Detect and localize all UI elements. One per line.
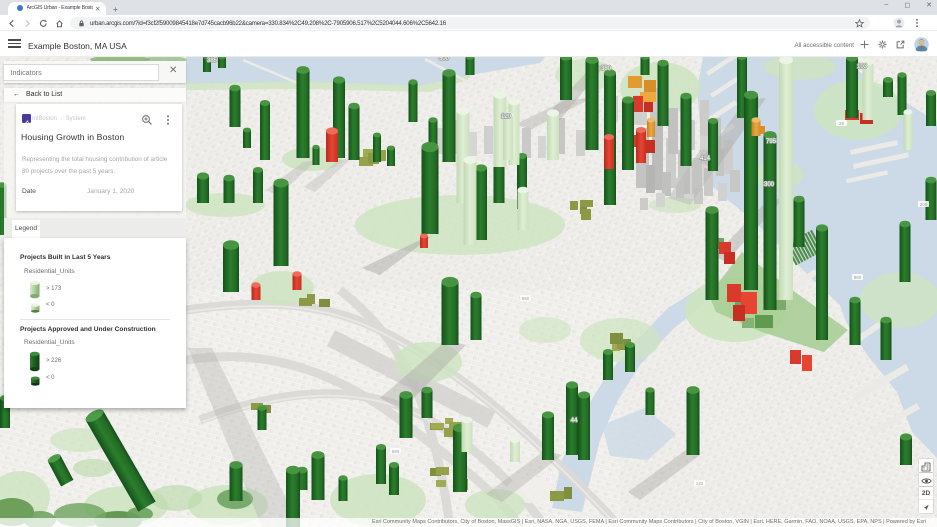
svg-text:595: 595 <box>392 449 400 454</box>
svg-text:120: 120 <box>501 114 512 120</box>
svg-text:414: 414 <box>700 156 711 162</box>
svg-text:380: 380 <box>601 66 612 72</box>
svg-text:44: 44 <box>571 418 578 424</box>
svg-text:880: 880 <box>854 275 862 280</box>
svg-text:385: 385 <box>207 58 218 64</box>
svg-text:200: 200 <box>920 202 928 207</box>
svg-text:103: 103 <box>857 64 868 70</box>
svg-text:29: 29 <box>839 121 845 126</box>
svg-text:132: 132 <box>696 481 704 486</box>
svg-text:795: 795 <box>766 139 777 145</box>
svg-text:300: 300 <box>764 182 775 188</box>
svg-text:550: 550 <box>522 296 530 301</box>
